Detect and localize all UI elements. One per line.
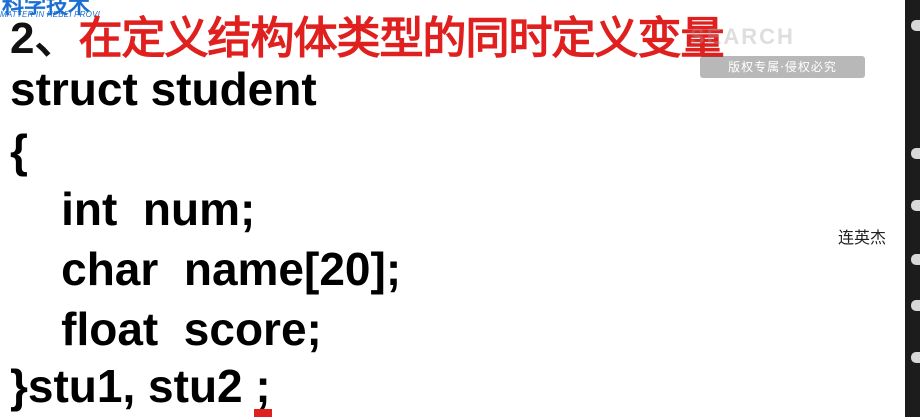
- code-line-6: }stu1, stu2 ;: [10, 360, 271, 412]
- slide-heading: 2、在定义结构体类型的同时定义变量: [10, 2, 724, 64]
- participant-avatar-icon[interactable]: [911, 200, 920, 211]
- participant-name-label: 连英杰: [838, 224, 887, 248]
- code-line-5: float score;: [10, 303, 322, 355]
- heading-number: 2、: [10, 14, 79, 63]
- participant-avatar-icon[interactable]: [911, 254, 920, 265]
- pointer-highlight: [254, 409, 272, 417]
- code-line-1: struct student: [10, 63, 317, 115]
- heading-title: 在定义结构体类型的同时定义变量: [78, 13, 724, 64]
- participant-avatar-icon[interactable]: [911, 352, 920, 363]
- code-line-2: {: [10, 125, 28, 177]
- participant-avatar-icon[interactable]: [911, 20, 920, 31]
- participant-avatar-icon[interactable]: [911, 148, 920, 159]
- participant-avatar-icon[interactable]: [911, 300, 920, 311]
- participant-sidebar[interactable]: [905, 0, 920, 417]
- faint-watermark: SEARCH: [690, 24, 795, 49]
- presentation-slide: 科学技术 MATTER IN HEBEI PROVINCE 2、在定义结构体类型…: [0, 0, 905, 417]
- code-line-4: char name[20];: [10, 243, 402, 295]
- code-line-3: int num;: [10, 183, 256, 235]
- copyright-watermark: 版权专属·侵权必究: [700, 56, 865, 78]
